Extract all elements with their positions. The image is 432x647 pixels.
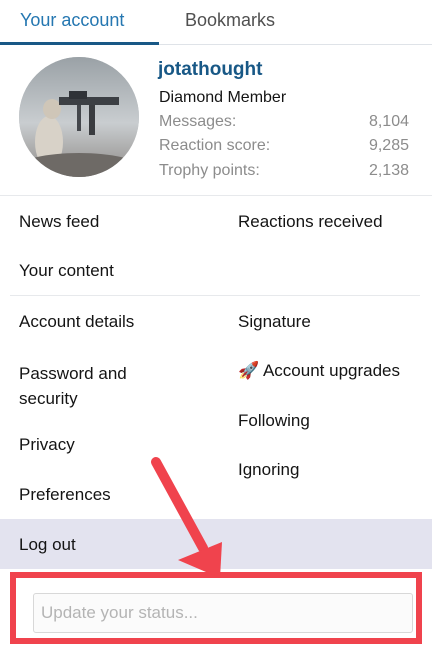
menu-password-security[interactable]: Password and security <box>19 361 127 411</box>
avatar[interactable] <box>19 57 139 177</box>
stat-value: 8,104 <box>368 113 409 130</box>
menu-signature[interactable]: Signature <box>238 312 311 332</box>
stat-messages: Messages: 8,104 <box>159 113 409 131</box>
stat-trophy-points: Trophy points: 2,138 <box>159 162 409 180</box>
status-highlight-box <box>10 572 422 644</box>
user-title: Diamond Member <box>159 89 287 106</box>
stat-value: 9,285 <box>368 137 409 154</box>
menu-news-feed[interactable]: News feed <box>19 212 99 232</box>
account-tabs: Your account Bookmarks <box>0 0 432 45</box>
menu-account-upgrades[interactable]: 🚀 Account upgrades <box>238 361 400 381</box>
stat-label: Reaction score: <box>159 137 271 154</box>
menu-your-content[interactable]: Your content <box>19 261 114 281</box>
profile-summary: jotathought Diamond Member Messages: 8,1… <box>0 46 432 196</box>
avatar-image <box>19 57 139 177</box>
menu-reactions-received[interactable]: Reactions received <box>238 212 383 232</box>
tab-your-account[interactable]: Your account <box>0 0 159 45</box>
logout-link[interactable]: Log out <box>19 535 76 555</box>
tab-bookmarks[interactable]: Bookmarks <box>159 0 295 45</box>
menu-label-line: Password and <box>19 364 127 383</box>
menu-privacy[interactable]: Privacy <box>19 435 75 455</box>
status-input[interactable] <box>33 593 413 633</box>
stat-reaction-score: Reaction score: 9,285 <box>159 137 409 155</box>
menu-ignoring[interactable]: Ignoring <box>238 460 299 480</box>
menu-following[interactable]: Following <box>238 411 310 431</box>
stat-label: Trophy points: <box>159 162 260 179</box>
menu-divider <box>10 295 420 296</box>
stat-value: 2,138 <box>368 162 409 179</box>
menu-label-line: security <box>19 389 78 408</box>
menu-account-details[interactable]: Account details <box>19 312 134 332</box>
menu-preferences[interactable]: Preferences <box>19 485 111 505</box>
rocket-icon: 🚀 <box>238 361 260 380</box>
logout-row[interactable]: Log out <box>0 519 432 569</box>
username-link[interactable]: jotathought <box>158 59 262 81</box>
menu-label: Account upgrades <box>262 361 401 380</box>
stat-label: Messages: <box>159 113 237 130</box>
